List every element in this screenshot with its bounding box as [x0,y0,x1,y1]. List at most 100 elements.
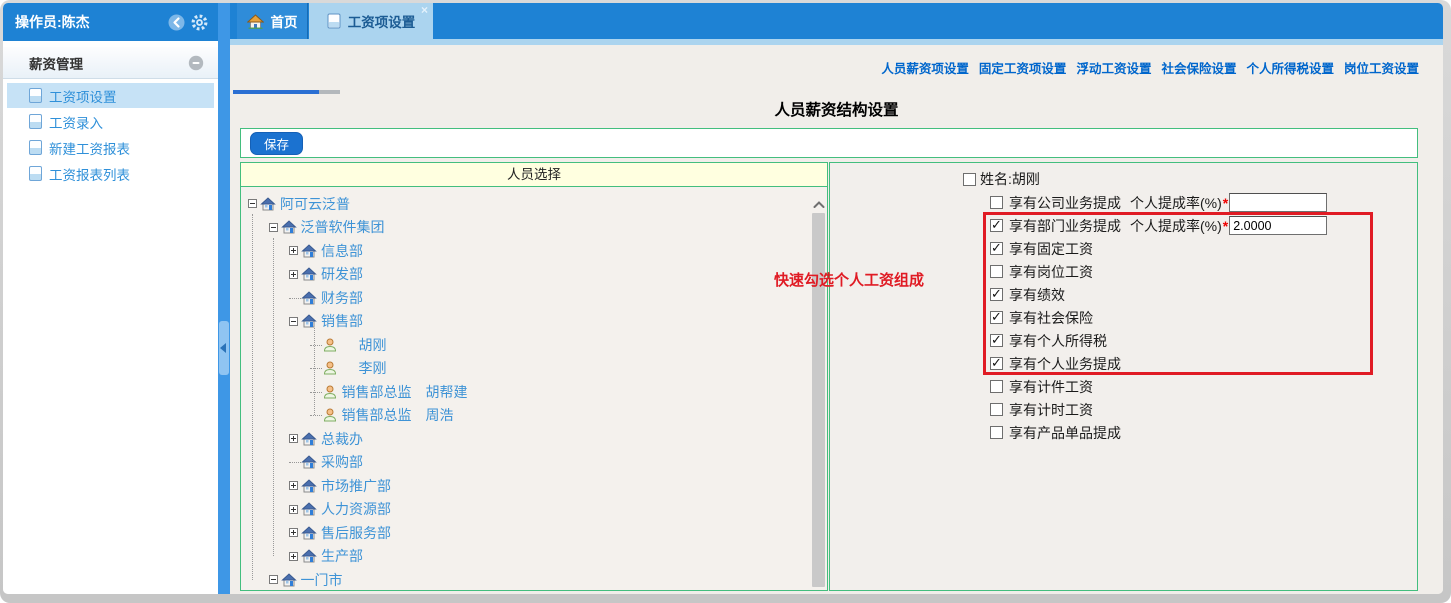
tree-node-person-name: 胡帮建 [426,382,468,402]
salary-item-label: 享有部门业务提成 [1009,216,1121,236]
department-icon [301,454,317,470]
tree-node[interactable]: 销售部总监 胡帮建 [241,380,809,404]
scroll-up-icon[interactable] [813,201,825,208]
salary-item-row: 享有产品单品提成 [990,421,1327,444]
sidebar-item[interactable]: 工资报表列表 [7,161,214,186]
tree-node[interactable]: 一门市 [241,568,809,590]
tree-node[interactable]: 人力资源部 [241,498,809,522]
tree-expander-icon[interactable] [289,434,298,443]
splitter-collapse-handle[interactable] [219,321,229,375]
document-icon [327,13,341,29]
tree-node-label: 销售部 [321,311,363,331]
tree-node-label: 阿可云泛普 [280,194,350,214]
tree-node[interactable]: 生产部 [241,545,809,569]
document-icon [29,166,42,181]
tree-expander-icon[interactable] [289,552,298,561]
rate-input[interactable] [1229,193,1327,212]
salary-item-checkbox[interactable] [990,311,1003,324]
tree-connector [289,298,301,299]
tree-node[interactable]: 胡刚 [241,333,809,357]
tree-node[interactable]: 市场推广部 [241,474,809,498]
quick-settings-link[interactable]: 固定工资项设置 [979,58,1067,77]
save-button[interactable]: 保存 [250,132,303,155]
tree-expander-icon[interactable] [248,199,257,208]
app-window: 操作员:陈杰 薪资管理 工资项设置 工资录入 [3,3,1443,594]
tab-salary-item-settings[interactable]: 工资项设置 × [309,3,433,39]
quick-settings-link[interactable]: 浮动工资设置 [1076,58,1151,77]
person-icon [322,337,338,353]
gear-icon[interactable] [191,14,208,31]
tab-close-icon[interactable]: × [421,4,428,16]
tree-expander-icon[interactable] [289,505,298,514]
salary-item-checkbox[interactable] [990,265,1003,278]
salary-item-checkbox[interactable] [990,288,1003,301]
salary-item-row: 享有绩效 [990,283,1327,306]
tree-node[interactable]: 泛普软件集团 [241,216,809,240]
tree-node-label: 胡刚 [359,335,387,355]
person-icon [322,360,338,376]
department-icon [301,313,317,329]
loading-bar-fill [233,90,319,94]
salary-item-row: 享有公司业务提成 个人提成率(%) * [990,191,1327,214]
tree-node[interactable]: 售后服务部 [241,521,809,545]
salary-items-list: 享有公司业务提成 个人提成率(%) * 享有部门业务提成 个人提成率(%) * … [990,191,1327,444]
tree-node-label: 李刚 [359,358,387,378]
sidebar-item[interactable]: 工资项设置 [7,83,214,108]
tree-expander-icon[interactable] [289,317,298,326]
tree-node[interactable]: 总裁办 [241,427,809,451]
salary-item-row: 享有个人业务提成 [990,352,1327,375]
rate-input[interactable] [1229,216,1327,235]
salary-item-checkbox[interactable] [990,357,1003,370]
sidebar-header: 操作员:陈杰 [3,3,218,41]
panel-collapse-icon[interactable] [188,55,204,71]
page-title: 人员薪资结构设置 [230,98,1443,120]
document-icon [29,88,42,103]
salary-item-checkbox[interactable] [990,380,1003,393]
salary-item-label: 享有岗位工资 [1009,262,1093,282]
toolbar: 保存 [240,128,1418,158]
person-icon [322,384,338,400]
salary-item-label: 享有绩效 [1009,285,1065,305]
required-asterisk: * [1223,195,1228,211]
salary-item-label: 享有个人所得税 [1009,331,1107,351]
salary-item-row: 享有社会保险 [990,306,1327,329]
quick-settings-link[interactable]: 人员薪资项设置 [881,58,969,77]
employee-name-checkbox[interactable] [963,173,976,186]
tree-node[interactable]: 阿可云泛普 [241,192,809,216]
salary-item-checkbox[interactable] [990,196,1003,209]
tree-expander-icon[interactable] [289,246,298,255]
quick-settings-link[interactable]: 社会保险设置 [1161,58,1236,77]
quick-settings-link[interactable]: 个人所得税设置 [1246,58,1334,77]
salary-item-checkbox[interactable] [990,334,1003,347]
tree-node[interactable]: 信息部 [241,239,809,263]
document-icon [29,140,42,155]
tree-node[interactable]: 销售部总监 周浩 [241,404,809,428]
salary-structure-panel: 姓名:胡刚 享有公司业务提成 个人提成率(%) * 享有部门业务提成 个人提成率… [829,162,1418,591]
tree-node[interactable]: 销售部 [241,310,809,334]
salary-item-checkbox[interactable] [990,403,1003,416]
sidebar-item[interactable]: 工资录入 [7,109,214,134]
tree-expander-icon[interactable] [269,575,278,584]
tree-node-label: 售后服务部 [321,523,391,543]
collapse-back-icon[interactable] [168,14,185,31]
tree-expander-icon[interactable] [289,481,298,490]
loading-bar [233,90,340,94]
salary-item-checkbox[interactable] [990,219,1003,232]
quick-settings-link[interactable]: 岗位工资设置 [1344,58,1419,77]
red-annotation: 快速勾选个人工资组成 [774,269,924,290]
tree-node[interactable]: 李刚 [241,357,809,381]
tab-home-label: 首页 [271,11,298,31]
tree-expander-icon[interactable] [289,270,298,279]
salary-item-checkbox[interactable] [990,426,1003,439]
tree-node[interactable]: 采购部 [241,451,809,475]
tree-expander-icon[interactable] [269,223,278,232]
sidebar-item[interactable]: 新建工资报表 [7,135,214,160]
tab-home[interactable]: 首页 [237,3,308,39]
tree-connector [310,345,322,346]
tree-node[interactable]: 研发部 [241,263,809,287]
salary-item-checkbox[interactable] [990,242,1003,255]
department-icon [301,290,317,306]
tree-node[interactable]: 财务部 [241,286,809,310]
rate-group: 个人提成率(%) * [1121,216,1327,236]
tree-expander-icon[interactable] [289,528,298,537]
